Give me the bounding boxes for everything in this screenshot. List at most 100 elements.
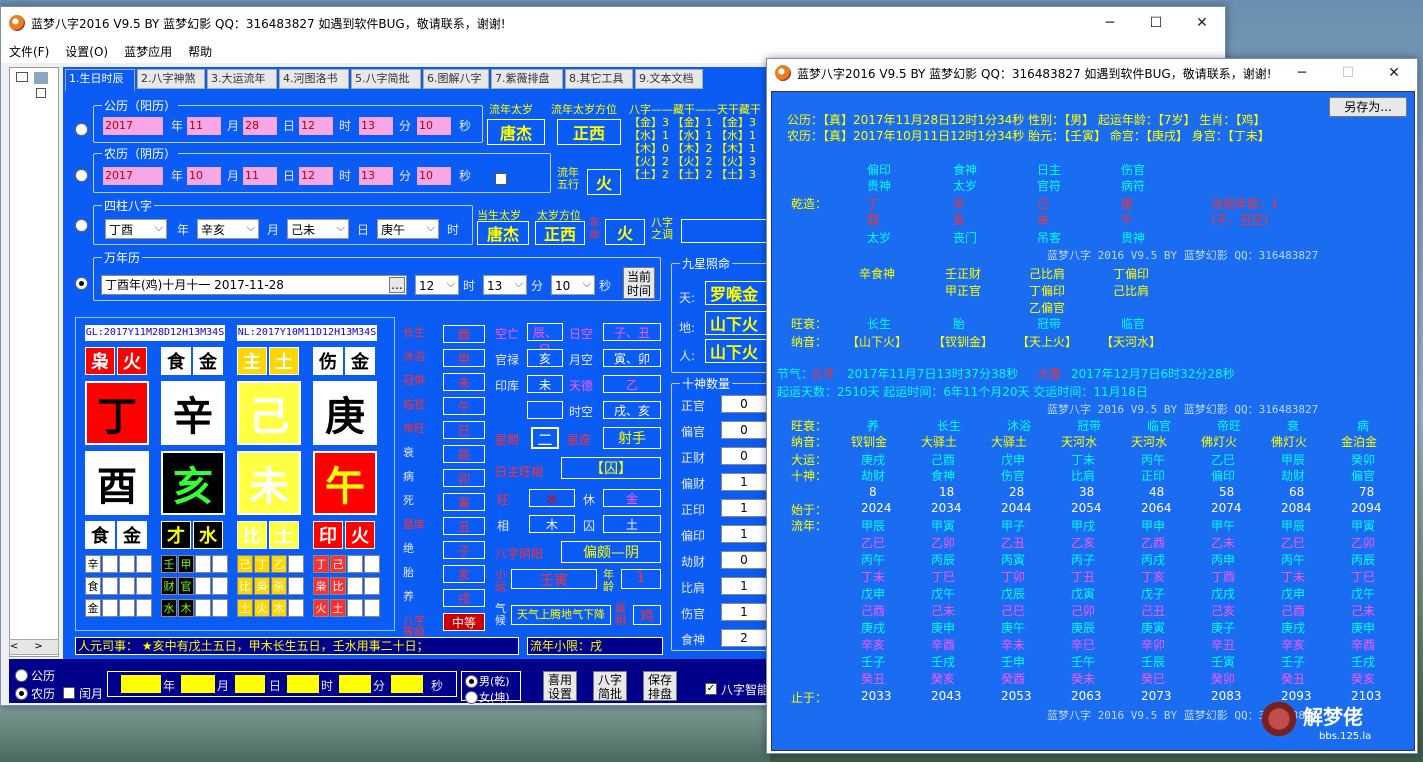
tree-scrollbar[interactable]: < >	[9, 639, 59, 655]
qiu-value: 土	[603, 515, 661, 533]
wnl-minute-label: 分	[531, 279, 544, 293]
male-radio[interactable]	[465, 675, 478, 688]
report-titlebar[interactable]: 蓝梦八字2016 V9.5 BY 蓝梦幻影 QQ：316483827 如遇到软件…	[767, 59, 1417, 87]
report-maximize-button[interactable]: ☐	[1325, 59, 1371, 87]
lunar-second-input[interactable]: 10	[417, 167, 451, 185]
sizhu-hour-select[interactable]: 庚午	[377, 218, 439, 239]
bottom-hour-input[interactable]	[287, 675, 319, 693]
liunian-entry: 己亥	[1211, 604, 1236, 618]
tab-hetu[interactable]: 4.河图洛书	[279, 69, 349, 89]
liunian-entry: 壬子	[1281, 655, 1306, 669]
lunar-group-title: 农历（阴历）	[102, 145, 179, 162]
sizhu-year-select[interactable]: 丁酉	[105, 218, 167, 239]
lunar-year-input[interactable]: 2017	[103, 167, 163, 185]
close-button[interactable]: ✕	[1179, 7, 1225, 39]
solar-hour-input[interactable]: 12	[299, 117, 333, 135]
solar-minute-input[interactable]: 13	[359, 117, 393, 135]
maximize-button[interactable]: ☐	[1133, 7, 1179, 39]
tab-ziwei[interactable]: 7.紫薇排盘	[491, 69, 563, 89]
wnl-hour-select[interactable]: 12	[415, 274, 459, 295]
solar-radio[interactable]	[75, 123, 88, 136]
jiuxing-di-label: 地:	[679, 321, 696, 335]
bottom-leap-checkbox[interactable]	[63, 687, 75, 699]
tab-tujie[interactable]: 6.图解八字	[423, 69, 489, 89]
tree-panel[interactable]	[9, 67, 59, 657]
sizhu-day-select[interactable]: 己未	[287, 218, 349, 239]
bottom-solar-radio[interactable]	[15, 669, 28, 682]
dayun-nayin: 钗钏金	[851, 435, 888, 449]
tree-node-icon[interactable]	[36, 88, 46, 98]
bottom-minute-input[interactable]	[339, 675, 371, 693]
sizhu-month-select[interactable]: 辛亥	[197, 218, 259, 239]
bottom-month-input[interactable]	[181, 675, 215, 693]
menu-apps[interactable]: 蓝梦应用	[116, 43, 180, 60]
liunian-entry: 甲子	[1001, 519, 1026, 533]
canggan-cell: 甲	[178, 555, 194, 573]
wannianli-radio[interactable]	[75, 277, 88, 290]
dayun-ganzhi: 戊申	[1001, 453, 1026, 467]
tab-shensha[interactable]: 2.八字神煞	[137, 69, 205, 89]
solar-year-input[interactable]: 2017	[103, 117, 163, 135]
xiyong-button[interactable]: 喜用设置	[543, 671, 577, 701]
bottom-year-input[interactable]	[121, 675, 161, 693]
bottom-year-label: 年	[163, 679, 176, 693]
lunar-day-input[interactable]: 11	[243, 167, 277, 185]
liunian-entry: 庚子	[1211, 621, 1236, 635]
solar-day-input[interactable]: 28	[243, 117, 277, 135]
tiande-label: 天德	[569, 379, 594, 393]
five-value: 火	[587, 169, 621, 195]
lunar-month-input[interactable]: 10	[187, 167, 221, 185]
tree-node-icon[interactable]	[16, 72, 28, 82]
solar-month-input[interactable]: 11	[187, 117, 221, 135]
wang-value: 水	[529, 489, 575, 507]
lunar-radio[interactable]	[75, 169, 88, 182]
liunian-entry: 丁亥	[1141, 570, 1166, 584]
shishen-count: 1	[721, 525, 767, 543]
tab-tools[interactable]: 8.其它工具	[565, 69, 633, 89]
report-close-button[interactable]: ✕	[1371, 59, 1417, 87]
liunian-entry: 丁卯	[1001, 570, 1026, 584]
menu-settings[interactable]: 设置(O)	[57, 43, 116, 60]
dayun-ganzhi: 丙午	[1141, 453, 1166, 467]
bottom-day-input[interactable]	[235, 675, 265, 693]
solar-second-input[interactable]: 10	[417, 117, 451, 135]
jiuxing-tian-label: 天:	[679, 291, 696, 305]
minimize-button[interactable]: ─	[1087, 7, 1133, 39]
shishen-top-cell: 伤	[313, 347, 343, 375]
bottom-second-input[interactable]	[391, 675, 423, 693]
saveas-button[interactable]: 另存为...	[1329, 97, 1407, 117]
wannianli-field[interactable]: 丁酉年(鸡)十月十一 2017-11-28	[101, 275, 407, 295]
wannianli-picker-button[interactable]: ...	[389, 277, 405, 293]
tab-birth[interactable]: 1.生日时辰	[65, 69, 135, 91]
canggan-entry: 甲正官	[945, 284, 982, 298]
liunian-entry: 癸丑	[861, 672, 886, 686]
tab-dayun[interactable]: 3.大运流年	[207, 69, 277, 89]
tree-node-icon[interactable]	[34, 72, 48, 84]
canggan-cell	[119, 599, 135, 617]
lunar-minute-input[interactable]: 13	[359, 167, 393, 185]
wnl-minute-select[interactable]: 13	[483, 274, 527, 295]
menu-help[interactable]: 帮助	[180, 43, 220, 60]
jianpi-button[interactable]: 八字简批	[593, 671, 627, 701]
tab-jianpi[interactable]: 5.八字简批	[351, 69, 421, 89]
sizhu-radio[interactable]	[75, 219, 88, 232]
female-radio[interactable]	[465, 691, 478, 704]
now-button[interactable]: 当前时间	[623, 267, 655, 299]
main-titlebar[interactable]: 蓝梦八字2016 V9.5 BY 蓝梦幻影 QQ：316483827 如遇到软件…	[1, 7, 1225, 39]
liunian-entry: 壬午	[1071, 655, 1096, 669]
smart-checkbox[interactable]: ✓	[705, 683, 717, 695]
save-paipan-button[interactable]: 保存排盘	[643, 671, 677, 701]
desktop-water	[0, 700, 770, 762]
lunar-hour-input[interactable]: 12	[299, 167, 333, 185]
shishen-count: 0	[721, 421, 767, 439]
leap-checkbox[interactable]	[495, 173, 507, 185]
wnl-second-select[interactable]: 10	[551, 274, 595, 295]
bottom-lunar-radio[interactable]	[15, 687, 28, 700]
shishen-count: 2	[721, 629, 767, 647]
tab-text[interactable]: 9.文本文档	[635, 69, 703, 89]
menu-file[interactable]: 文件(F)	[1, 43, 57, 60]
second-label: 秒	[459, 169, 472, 183]
dayun-label: 流年：	[791, 519, 828, 533]
report-minimize-button[interactable]: ─	[1279, 59, 1325, 87]
dayun-ganzhi: 己酉	[931, 453, 956, 467]
